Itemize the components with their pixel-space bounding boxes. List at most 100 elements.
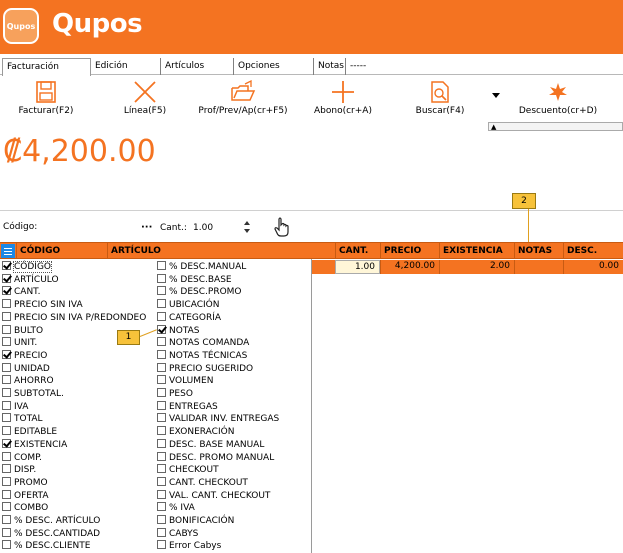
- checkbox-unchecked[interactable]: [157, 400, 166, 410]
- checkbox-unchecked[interactable]: [2, 464, 11, 474]
- tab-articulos[interactable]: Artículos: [160, 58, 232, 75]
- column-option-iva[interactable]: IVA: [2, 400, 28, 414]
- checkbox-unchecked[interactable]: [157, 540, 166, 550]
- tab-edicion[interactable]: Edición: [91, 58, 161, 75]
- column-option-pct-iva[interactable]: % IVA: [157, 502, 195, 515]
- checkbox-unchecked[interactable]: [157, 464, 166, 474]
- checkbox-unchecked[interactable]: [2, 476, 11, 486]
- column-option-pct-desc-manual[interactable]: % DESC.MANUAL: [157, 261, 246, 274]
- column-option-existencia[interactable]: EXISTENCIA: [2, 438, 67, 452]
- column-option-error-cabys[interactable]: Error Cabys: [157, 540, 221, 553]
- checkbox-unchecked[interactable]: [2, 299, 11, 309]
- header-articulo[interactable]: ARTÍCULO: [107, 243, 335, 259]
- checkbox-unchecked[interactable]: [157, 388, 166, 397]
- checkbox-checked[interactable]: [2, 438, 11, 448]
- checkbox-unchecked[interactable]: [157, 527, 166, 537]
- checkbox-unchecked[interactable]: [157, 286, 166, 296]
- column-option-codigo[interactable]: CÓDIGO: [2, 261, 53, 274]
- column-option-validar-inv-entregas[interactable]: VALIDAR INV. ENTREGAS: [157, 413, 279, 426]
- column-option-bulto[interactable]: BULTO: [2, 324, 43, 338]
- checkbox-unchecked[interactable]: [157, 261, 166, 270]
- checkbox-unchecked[interactable]: [157, 502, 166, 512]
- checkbox-unchecked[interactable]: [157, 349, 166, 359]
- header-precio[interactable]: PRECIO: [380, 243, 439, 259]
- checkbox-unchecked[interactable]: [157, 515, 166, 524]
- touch-hand-icon[interactable]: [272, 216, 292, 238]
- column-option-notas[interactable]: NOTAS: [157, 324, 200, 338]
- cell-cant[interactable]: 1.00: [335, 260, 380, 274]
- spin-up-icon[interactable]: [244, 221, 250, 225]
- prof-prev-button[interactable]: Prof/Prev/Ap(cr+F5): [192, 76, 294, 122]
- checkbox-unchecked[interactable]: [2, 362, 11, 372]
- checkbox-unchecked[interactable]: [2, 451, 11, 461]
- column-option-desc-promo-manual[interactable]: DESC. PROMO MANUAL: [157, 451, 274, 465]
- cant-spinner[interactable]: [243, 220, 252, 236]
- checkbox-unchecked[interactable]: [2, 502, 11, 512]
- column-option-checkout[interactable]: CHECKOUT: [157, 464, 219, 477]
- column-option-unidad[interactable]: UNIDAD: [2, 362, 50, 376]
- column-option-precio-sin-iva-p-redondeo[interactable]: PRECIO SIN IVA P/REDONDEO: [2, 311, 146, 325]
- checkbox-unchecked[interactable]: [157, 476, 166, 486]
- column-option-promo[interactable]: PROMO: [2, 476, 48, 490]
- checkbox-unchecked[interactable]: [2, 527, 11, 537]
- cant-input[interactable]: 1.00: [193, 223, 213, 233]
- column-option-pct-desc-cantidad[interactable]: % DESC.CANTIDAD: [2, 527, 100, 541]
- checkbox-unchecked[interactable]: [2, 388, 11, 397]
- column-option-subtotal[interactable]: SUBTOTAL.: [2, 388, 64, 401]
- column-option-pct-desc-articulo[interactable]: % DESC. ARTÍCULO: [2, 515, 100, 528]
- checkbox-checked[interactable]: [2, 286, 11, 296]
- column-option-exoneracion[interactable]: EXONERACIÓN: [157, 426, 234, 439]
- abono-button[interactable]: Abono(cr+A): [300, 76, 386, 122]
- checkbox-unchecked[interactable]: [2, 311, 11, 321]
- spin-down-icon[interactable]: [244, 229, 250, 233]
- column-option-precio[interactable]: PRECIO: [2, 349, 47, 363]
- column-option-ahorro[interactable]: AHORRO: [2, 375, 54, 388]
- checkbox-unchecked[interactable]: [157, 311, 166, 321]
- cell-notas[interactable]: [514, 260, 563, 274]
- checkbox-unchecked[interactable]: [157, 273, 166, 283]
- cell-desc[interactable]: 0.00: [563, 260, 623, 274]
- checkbox-checked[interactable]: [2, 261, 11, 270]
- column-option-pct-desc-promo[interactable]: % DESC.PROMO: [157, 286, 242, 299]
- column-option-categoria[interactable]: CATEGORÍA: [157, 311, 221, 325]
- cell-existencia[interactable]: 2.00: [439, 260, 514, 274]
- table-row[interactable]: 1.00 4,200.00 2.00 0.00: [312, 260, 623, 274]
- more-options-button[interactable]: ···: [141, 222, 152, 233]
- checkbox-unchecked[interactable]: [2, 400, 11, 410]
- toolbar-scrollbar[interactable]: ▲: [488, 122, 623, 131]
- linea-button[interactable]: Línea(F5): [100, 76, 190, 122]
- buscar-button[interactable]: Buscar(F4): [402, 76, 478, 122]
- column-option-combo[interactable]: COMBO: [2, 502, 48, 515]
- checkbox-unchecked[interactable]: [157, 413, 166, 423]
- scroll-up-icon[interactable]: ▲: [491, 123, 496, 131]
- checkbox-unchecked[interactable]: [157, 337, 166, 347]
- column-option-articulo[interactable]: ARTÍCULO: [2, 273, 59, 287]
- tab-notas[interactable]: Notas: [313, 58, 345, 75]
- column-option-precio-sugerido[interactable]: PRECIO SUGERIDO: [157, 362, 253, 376]
- column-option-notas-tecnicas[interactable]: NOTAS TÉCNICAS: [157, 349, 247, 363]
- checkbox-checked[interactable]: [2, 273, 11, 283]
- checkbox-unchecked[interactable]: [157, 426, 166, 436]
- column-option-editable[interactable]: EDITABLE: [2, 426, 57, 439]
- column-option-pct-desc-cliente[interactable]: % DESC.CLIENTE: [2, 540, 90, 553]
- header-cant[interactable]: CANT.: [335, 243, 380, 259]
- facturar-button[interactable]: Facturar(F2): [0, 76, 92, 122]
- column-chooser-icon[interactable]: [1, 244, 15, 258]
- column-option-cabys[interactable]: CABYS: [157, 527, 198, 541]
- checkbox-unchecked[interactable]: [2, 426, 11, 436]
- checkbox-unchecked[interactable]: [2, 489, 11, 499]
- checkbox-unchecked[interactable]: [157, 299, 166, 309]
- column-option-val-cant-checkout[interactable]: VAL. CANT. CHECKOUT: [157, 489, 270, 503]
- checkbox-unchecked[interactable]: [2, 540, 11, 550]
- cell-precio[interactable]: 4,200.00: [380, 260, 439, 274]
- checkbox-unchecked[interactable]: [2, 337, 11, 347]
- checkbox-unchecked[interactable]: [157, 451, 166, 461]
- checkbox-unchecked[interactable]: [2, 413, 11, 423]
- checkbox-unchecked[interactable]: [2, 324, 11, 334]
- column-option-oferta[interactable]: OFERTA: [2, 489, 49, 503]
- checkbox-unchecked[interactable]: [2, 515, 11, 524]
- header-notas[interactable]: NOTAS: [514, 243, 563, 259]
- column-option-total[interactable]: TOTAL: [2, 413, 43, 426]
- checkbox-checked[interactable]: [157, 324, 166, 334]
- descuento-button[interactable]: Descuento(cr+D): [508, 76, 608, 122]
